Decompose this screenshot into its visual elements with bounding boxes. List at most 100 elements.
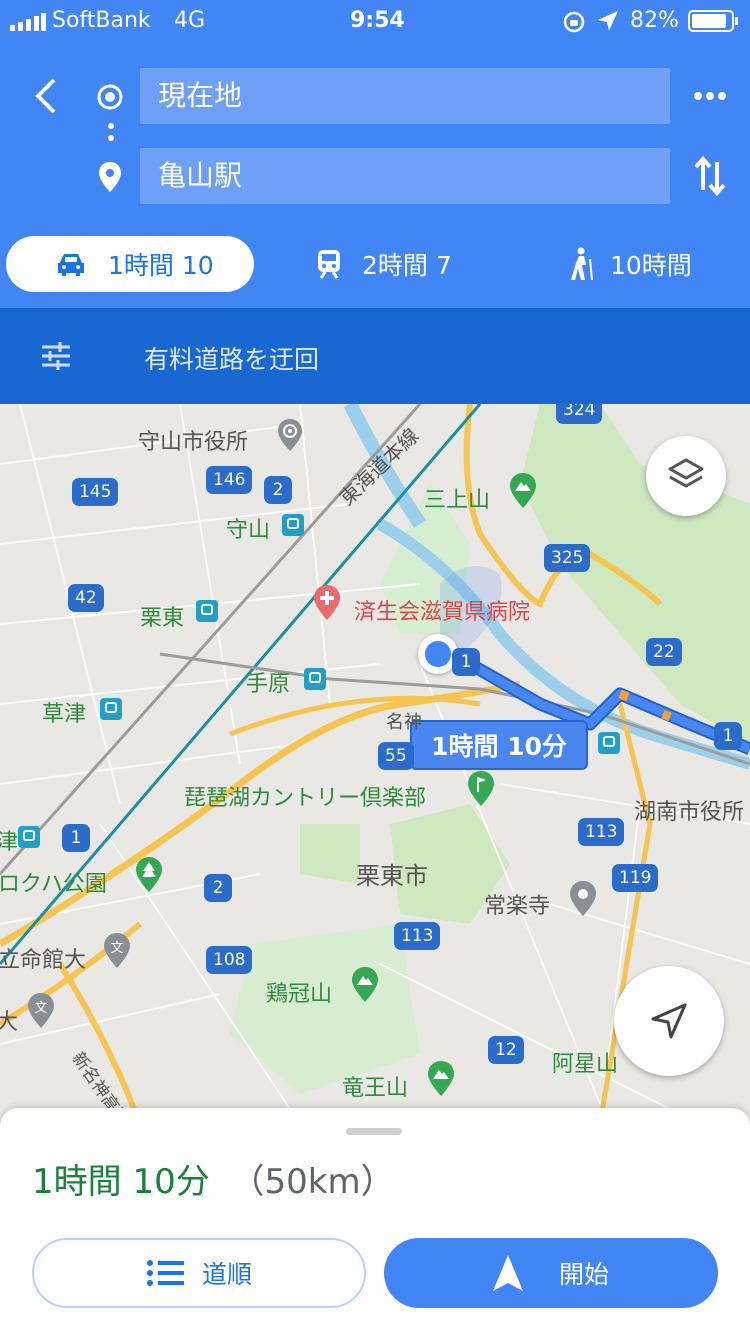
station-icon[interactable] (282, 514, 304, 536)
station-label[interactable]: 津 (0, 824, 18, 856)
start-label: 開始 (558, 1260, 609, 1289)
road-shield: 324 (556, 404, 603, 424)
swap-route-icon[interactable] (694, 155, 726, 200)
place-label[interactable]: 済生会滋賀県病院 (354, 594, 530, 626)
tab-walking[interactable]: 10時間 (560, 236, 740, 292)
road-shield: 113 (578, 818, 625, 846)
place-label[interactable]: 常楽寺 (484, 888, 550, 920)
origin-dot-icon (96, 83, 124, 115)
road-shield: 2 (264, 476, 292, 504)
university-pin-icon[interactable]: 文 (26, 992, 56, 1034)
navigation-start-icon (492, 1255, 523, 1291)
directions-header: SoftBank 4G 9:54 82% 現在地 亀山駅 1時間 10 2時間 … (0, 0, 750, 308)
steps-button[interactable]: 道順 (32, 1238, 366, 1308)
network-label: 4G (174, 8, 206, 33)
layers-icon (668, 458, 704, 488)
place-label[interactable]: 守山市役所 (138, 424, 248, 456)
place-label[interactable]: 大 (0, 1004, 18, 1036)
origin-field[interactable]: 現在地 (140, 68, 670, 124)
battery-icon (688, 10, 740, 38)
station-label[interactable]: 手原 (246, 666, 290, 698)
city-hall-pin-icon[interactable] (276, 418, 304, 456)
park-pin-icon[interactable] (134, 856, 164, 898)
svg-text:文: 文 (34, 1001, 47, 1016)
navigation-arrow-icon (651, 1003, 687, 1039)
station-icon[interactable] (18, 826, 40, 848)
layers-button[interactable] (646, 436, 726, 516)
map-view[interactable]: 1時間 10分 守山市役所 東海道本線 三上山 守山 栗東 済生会滋賀県病院 手… (0, 404, 750, 1124)
road-shield: 1 (714, 722, 742, 750)
mountain-icon[interactable] (350, 966, 380, 1008)
temple-pin-icon[interactable] (568, 880, 598, 922)
station-icon[interactable] (598, 732, 620, 754)
duration-minutes: 10分 (132, 1162, 210, 1202)
place-label[interactable]: 琵琶湖カントリー倶楽部 (184, 780, 426, 812)
place-label[interactable]: 立命館大 (0, 942, 86, 974)
start-button[interactable]: 開始 (384, 1238, 718, 1308)
tab-transit[interactable]: 2時間 7 (300, 236, 500, 292)
carrier-label: SoftBank (52, 8, 151, 33)
station-label[interactable]: 草津 (42, 696, 86, 728)
station-icon[interactable] (100, 698, 122, 720)
orientation-lock-icon (562, 10, 586, 40)
place-label[interactable]: 竜王山 (342, 1070, 408, 1102)
road-shield: 55 (378, 742, 414, 770)
city-label: 栗東市 (356, 862, 428, 890)
route-summary: 1時間 10分 （50km） (32, 1154, 395, 1203)
walk-icon (568, 247, 594, 281)
road-shield: 119 (612, 864, 659, 892)
place-label[interactable]: 湖南市役所 (634, 794, 744, 826)
road-shield: 145 (72, 478, 119, 506)
route-duration-text: 1時間 10分 (431, 732, 567, 761)
options-sliders-icon[interactable] (40, 342, 72, 374)
road-shield: 325 (544, 544, 591, 572)
hospital-pin-icon[interactable] (312, 584, 342, 626)
svg-text:文: 文 (110, 941, 123, 956)
station-icon[interactable] (304, 668, 326, 690)
route-summary-sheet[interactable]: 1時間 10分 （50km） 道順 開始 (0, 1108, 750, 1334)
train-icon (316, 249, 342, 279)
status-bar: SoftBank 4G 9:54 82% (0, 0, 750, 42)
drag-handle[interactable] (346, 1128, 402, 1135)
golf-pin-icon[interactable] (466, 770, 496, 812)
place-label[interactable]: 鶏冠山 (266, 976, 332, 1008)
route-duration-bubble[interactable]: 1時間 10分 (410, 720, 588, 770)
road-shield: 146 (206, 466, 253, 494)
road-shield: 12 (488, 1036, 524, 1064)
avoid-tolls-label[interactable]: 有料道路を迂回 (144, 340, 319, 376)
back-button[interactable] (26, 76, 66, 116)
tab-driving[interactable]: 1時間 10 (6, 236, 254, 292)
steps-label: 道順 (201, 1260, 252, 1289)
car-icon (56, 251, 86, 277)
travel-mode-tabs: 1時間 10 2時間 7 10時間 (0, 236, 750, 294)
more-options-icon[interactable] (692, 86, 728, 110)
list-icon (146, 1260, 184, 1286)
mountain-icon[interactable] (426, 1060, 456, 1102)
station-label[interactable]: 守山 (226, 512, 270, 544)
distance-text: （50km） (230, 1162, 395, 1202)
recenter-button[interactable] (614, 966, 724, 1076)
mountain-icon[interactable] (508, 472, 538, 514)
walking-time-label: 10時間 (610, 251, 692, 280)
signal-icon (10, 12, 46, 31)
route-connector-dots (107, 122, 115, 154)
transit-time-label: 2時間 7 (362, 251, 452, 280)
destination-pin-icon (98, 161, 122, 197)
place-label[interactable]: 三上山 (424, 482, 490, 514)
clock: 9:54 (350, 8, 405, 33)
road-shield: 1 (452, 648, 480, 676)
road-shield: 2 (204, 874, 232, 902)
route-options-bar[interactable]: 有料道路を迂回 (0, 308, 750, 404)
road-shield: 1 (62, 824, 90, 852)
driving-time-label: 1時間 10 (108, 251, 214, 280)
place-label[interactable]: ロクハ公園 (0, 866, 107, 898)
university-pin-icon[interactable]: 文 (102, 932, 132, 974)
place-label[interactable]: 阿星山 (552, 1046, 618, 1078)
road-label: 名神 (386, 712, 422, 733)
station-icon[interactable] (196, 600, 218, 622)
station-label[interactable]: 栗東 (140, 600, 184, 632)
road-shield: 42 (68, 584, 104, 612)
road-shield: 108 (206, 946, 253, 974)
destination-field[interactable]: 亀山駅 (140, 148, 670, 204)
battery-percent: 82% (630, 8, 679, 33)
